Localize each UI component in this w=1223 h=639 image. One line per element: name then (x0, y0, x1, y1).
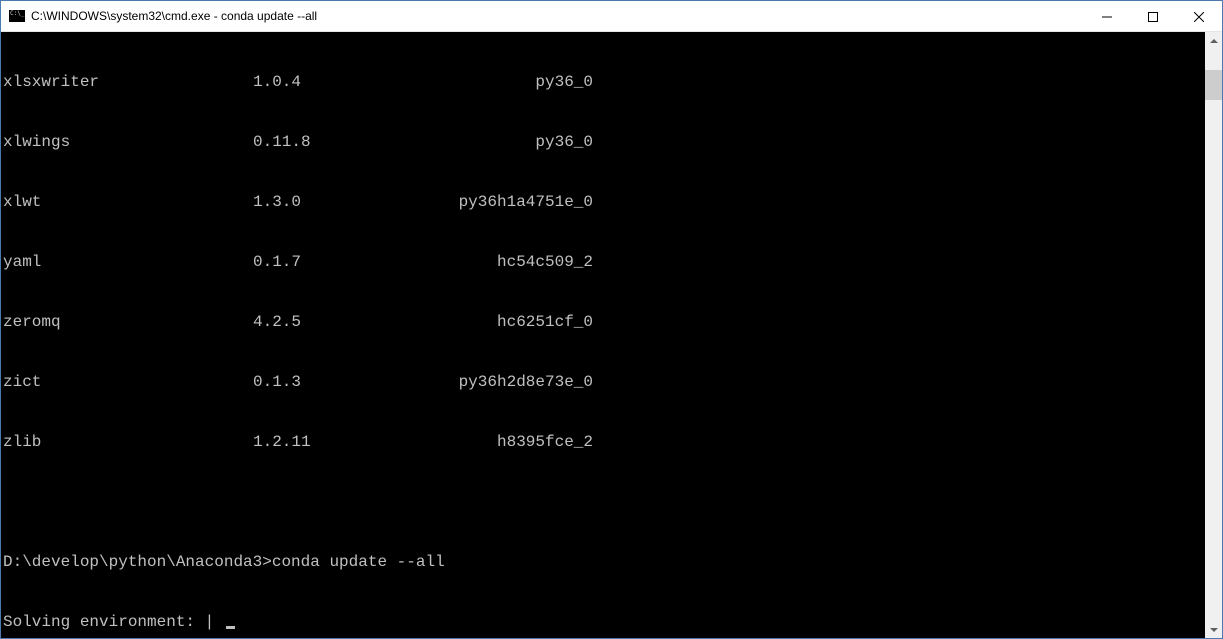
vertical-scrollbar[interactable] (1205, 32, 1222, 638)
package-build: py36h2d8e73e_0 (413, 372, 593, 392)
package-name: zeromq (3, 312, 253, 332)
package-version: 4.2.5 (253, 312, 413, 332)
scroll-up-arrow-icon[interactable] (1205, 32, 1222, 49)
close-button[interactable] (1176, 1, 1222, 32)
package-name: yaml (3, 252, 253, 272)
scroll-down-arrow-icon[interactable] (1205, 621, 1222, 638)
window-titlebar: C:\WINDOWS\system32\cmd.exe - conda upda… (1, 1, 1222, 32)
package-build: py36h1a4751e_0 (413, 192, 593, 212)
prompt-path: D:\develop\python\Anaconda3> (3, 553, 272, 571)
blank-line (3, 492, 1205, 512)
scroll-thumb[interactable] (1205, 70, 1222, 100)
prompt-command: conda update --all (272, 553, 445, 571)
status-line: Solving environment: | (3, 612, 1205, 632)
cursor-icon (226, 626, 235, 629)
package-build: hc54c509_2 (413, 252, 593, 272)
package-row: yaml0.1.7hc54c509_2 (3, 252, 1205, 272)
terminal-area: xlsxwriter1.0.4py36_0 xlwings0.11.8py36_… (1, 32, 1222, 638)
package-version: 1.3.0 (253, 192, 413, 212)
package-name: zlib (3, 432, 253, 452)
package-name: xlwt (3, 192, 253, 212)
package-build: py36_0 (413, 72, 593, 92)
package-row: zlib1.2.11h8395fce_2 (3, 432, 1205, 452)
package-row: xlsxwriter1.0.4py36_0 (3, 72, 1205, 92)
package-version: 1.2.11 (253, 432, 413, 452)
package-name: zict (3, 372, 253, 392)
prompt-line: D:\develop\python\Anaconda3>conda update… (3, 552, 1205, 572)
package-row: xlwings0.11.8py36_0 (3, 132, 1205, 152)
package-version: 1.0.4 (253, 72, 413, 92)
package-row: zict0.1.3py36h2d8e73e_0 (3, 372, 1205, 392)
package-build: h8395fce_2 (413, 432, 593, 452)
window-title: C:\WINDOWS\system32\cmd.exe - conda upda… (31, 9, 317, 23)
package-version: 0.1.3 (253, 372, 413, 392)
package-version: 0.1.7 (253, 252, 413, 272)
window-controls (1084, 1, 1222, 31)
package-build: py36_0 (413, 132, 593, 152)
cmd-icon (9, 10, 25, 22)
spinner-icon: | (205, 613, 215, 631)
status-label: Solving environment: (3, 613, 205, 631)
terminal-output[interactable]: xlsxwriter1.0.4py36_0 xlwings0.11.8py36_… (1, 32, 1205, 638)
package-name: xlwings (3, 132, 253, 152)
package-version: 0.11.8 (253, 132, 413, 152)
minimize-button[interactable] (1084, 1, 1130, 32)
package-build: hc6251cf_0 (413, 312, 593, 332)
package-name: xlsxwriter (3, 72, 253, 92)
package-row: zeromq4.2.5hc6251cf_0 (3, 312, 1205, 332)
package-row: xlwt1.3.0py36h1a4751e_0 (3, 192, 1205, 212)
maximize-button[interactable] (1130, 1, 1176, 32)
